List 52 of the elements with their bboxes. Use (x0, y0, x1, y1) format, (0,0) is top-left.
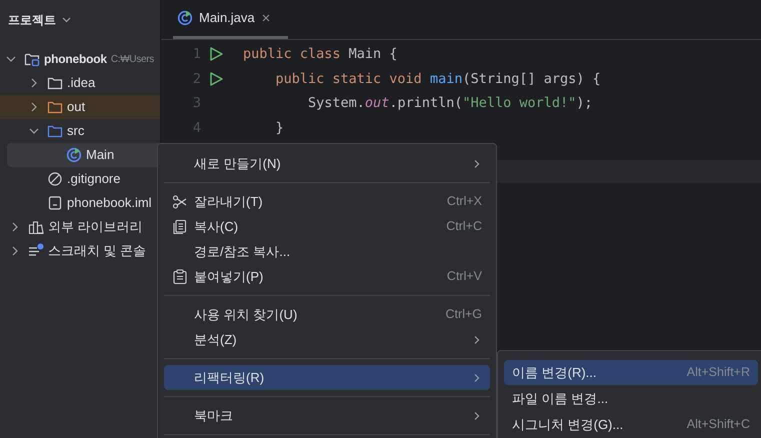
menu-item[interactable]: 북마크 (164, 403, 490, 428)
menu-item[interactable]: 이름 변경(R)... Alt+Shift+R (504, 360, 758, 385)
ignore-icon (47, 171, 63, 187)
menu-item[interactable]: 붙여넣기(P) Ctrl+V (164, 264, 490, 289)
menu-item[interactable]: 새로 만들기(N) (164, 151, 490, 176)
folder-icon (47, 123, 63, 139)
item-label: src (67, 122, 84, 140)
menu-item[interactable]: 잘라내기(T) Ctrl+X (164, 189, 490, 214)
tree-item[interactable]: phonebook C:₩Users (0, 47, 160, 71)
copy-icon (172, 218, 188, 234)
tab-label: Main.java (199, 8, 255, 27)
close-icon (260, 12, 271, 22)
editor-tab[interactable]: Main.java (173, 0, 288, 39)
tree-item[interactable]: src (0, 119, 160, 143)
menu-item[interactable]: 분석(Z) (164, 327, 490, 352)
item-label: .idea (67, 74, 96, 92)
path-label: C:₩Users (110, 52, 154, 66)
folder-icon (47, 75, 63, 91)
class-icon (177, 10, 193, 26)
menu-item[interactable]: 리팩터링(R) (164, 365, 490, 390)
item-label: .gitignore (67, 170, 120, 188)
chevron-down-icon[interactable] (62, 17, 71, 23)
item-label: 스크래치 및 콘솔 (48, 242, 146, 260)
item-label: 외부 라이브러리 (48, 218, 143, 236)
class-icon (66, 147, 82, 163)
code-line: public class Main { (243, 45, 398, 64)
code-line: } (274, 118, 284, 138)
tree-item[interactable]: .gitignore (0, 167, 160, 191)
item-label: phonebook.iml (67, 194, 152, 212)
tree-item[interactable]: Main (7, 143, 160, 167)
tree-item[interactable]: phonebook.iml (0, 191, 160, 215)
folder-icon (47, 99, 63, 115)
menu-item[interactable]: 파일 이름 변경... (504, 386, 758, 411)
tree-item[interactable]: 스크래치 및 콘솔 (0, 239, 160, 263)
tree-item[interactable]: 외부 라이브러리 (0, 215, 160, 239)
menu-item[interactable]: 시그니처 변경(G)... Alt+Shift+C (504, 412, 758, 437)
scissors-icon (172, 194, 188, 210)
menu-item[interactable]: 복사(C) Ctrl+C (164, 214, 490, 239)
item-label: Main (86, 146, 114, 164)
menu-item[interactable]: 경로/참조 복사... (164, 239, 490, 264)
menu-item[interactable]: 사용 위치 찾기(U) Ctrl+G (164, 302, 490, 327)
file-icon (47, 195, 63, 211)
item-label: phonebook (44, 51, 107, 68)
tree-item[interactable]: out (0, 95, 160, 119)
library-icon (28, 219, 44, 235)
code-line: System.out.println("Hello world!"); (307, 94, 593, 114)
clipboard-icon (172, 268, 188, 284)
code-line: public static void main(String[] args) { (274, 70, 601, 89)
panel-title[interactable]: 프로젝트 (8, 11, 56, 29)
tree-item[interactable]: .idea (0, 71, 160, 95)
item-label: out (67, 98, 86, 116)
folder-icon (24, 51, 40, 67)
